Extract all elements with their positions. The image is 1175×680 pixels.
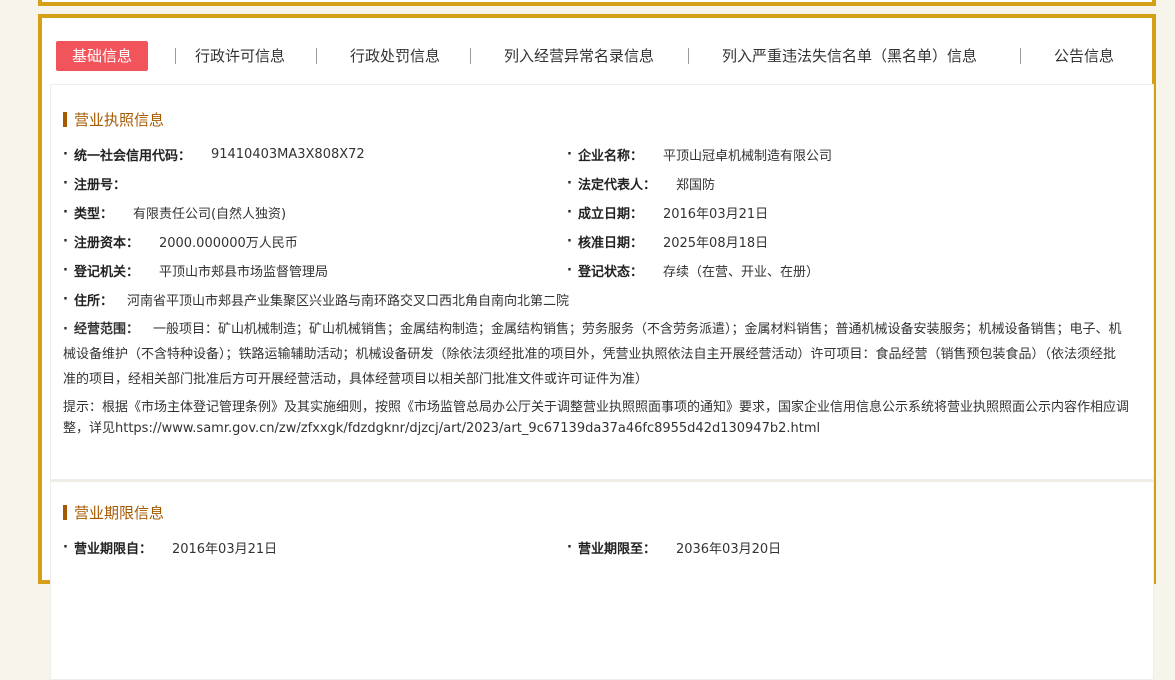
bullet-icon: ·	[63, 322, 68, 337]
field-term-from: · 营业期限自： 2016年03月21日	[63, 538, 277, 557]
tab-divider	[316, 48, 317, 64]
scope-label: 经营范围：	[73, 322, 139, 337]
field-status: · 登记状态： 存续（在营、开业、在册）	[567, 261, 819, 280]
scope-value: 一般项目：矿山机械制造；矿山机械销售；金属结构制造；金属结构销售；劳务服务（不含…	[63, 322, 1122, 387]
term-section-title: 营业期限信息	[63, 502, 164, 523]
tab-blacklist[interactable]: 列入严重违法失信名单（黑名单）信息	[722, 41, 977, 71]
tab-divider	[175, 48, 176, 64]
legal-rep-label: 法定代表人：	[577, 178, 656, 193]
tab-admin-penalty[interactable]: 行政处罚信息	[350, 41, 440, 71]
info-panel: 基础信息 行政许可信息 行政处罚信息 列入经营异常名录信息 列入严重违法失信名单…	[38, 14, 1156, 680]
status-label: 登记状态：	[577, 265, 643, 280]
capital-label: 注册资本：	[73, 236, 139, 251]
founded-label: 成立日期：	[577, 207, 643, 222]
bullet-icon: ·	[63, 176, 68, 191]
field-term-to: · 营业期限至： 2036年03月20日	[567, 538, 781, 557]
top-panel-frame	[38, 0, 1156, 6]
term-section-title-text: 营业期限信息	[74, 504, 165, 522]
term-to-value: 2036年03月20日	[675, 542, 782, 557]
company-name-label: 企业名称：	[577, 149, 643, 164]
field-credit-code: · 统一社会信用代码： 91410403MA3X808X72	[63, 145, 365, 164]
bullet-icon: ·	[63, 234, 68, 249]
tab-announcements[interactable]: 公告信息	[1054, 41, 1114, 71]
bullet-icon: ·	[63, 263, 68, 278]
address-label: 住所：	[73, 294, 113, 309]
authority-label: 登记机关：	[73, 265, 139, 280]
tab-bar: 基础信息 行政许可信息 行政处罚信息 列入经营异常名录信息 列入严重违法失信名单…	[54, 38, 1144, 74]
tab-divider	[688, 48, 689, 64]
company-name-value: 平顶山冠卓机械制造有限公司	[662, 149, 832, 164]
field-capital: · 注册资本： 2000.000000万人民币	[63, 232, 298, 251]
status-value: 存续（在营、开业、在册）	[662, 265, 819, 280]
reg-no-label: 注册号：	[73, 178, 126, 193]
capital-value: 2000.000000万人民币	[158, 236, 298, 251]
tab-basic-info[interactable]: 基础信息	[56, 41, 149, 71]
founded-value: 2016年03月21日	[662, 207, 769, 222]
field-company-name: · 企业名称： 平顶山冠卓机械制造有限公司	[567, 145, 832, 164]
field-type: · 类型： 有限责任公司(自然人独资)	[63, 203, 286, 222]
bullet-icon: ·	[567, 234, 572, 249]
type-value: 有限责任公司(自然人独资)	[132, 207, 287, 222]
field-reg-no: · 注册号：	[63, 174, 146, 193]
credit-code-value: 91410403MA3X808X72	[210, 147, 365, 162]
tab-divider	[1020, 48, 1021, 64]
field-approved: · 核准日期： 2025年08月18日	[567, 232, 768, 251]
title-bar-icon	[63, 112, 67, 127]
bullet-icon: ·	[567, 147, 572, 162]
term-card: 营业期限信息 · 营业期限自： 2016年03月21日 · 营业期限至： 203…	[50, 480, 1154, 680]
approved-value: 2025年08月18日	[662, 236, 769, 251]
license-card: 营业执照信息 · 统一社会信用代码： 91410403MA3X808X72 · …	[50, 84, 1154, 480]
approved-label: 核准日期：	[577, 236, 643, 251]
bullet-icon: ·	[567, 176, 572, 191]
field-business-scope: · 经营范围： 一般项目：矿山机械制造；矿山机械销售；金属结构制造；金属结构销售；劳…	[63, 317, 1123, 392]
field-founded: · 成立日期： 2016年03月21日	[567, 203, 768, 222]
credit-code-label: 统一社会信用代码：	[73, 149, 191, 164]
authority-value: 平顶山市郏县市场监督管理局	[158, 265, 328, 280]
field-legal-rep: · 法定代表人： 郑国防	[567, 174, 715, 193]
content-area: 营业执照信息 · 统一社会信用代码： 91410403MA3X808X72 · …	[50, 84, 1154, 680]
bullet-icon: ·	[567, 540, 572, 555]
bullet-icon: ·	[63, 147, 68, 162]
tab-admin-license[interactable]: 行政许可信息	[195, 41, 285, 71]
term-from-value: 2016年03月21日	[171, 542, 278, 557]
license-section-title: 营业执照信息	[63, 109, 164, 130]
title-bar-icon	[63, 505, 67, 520]
bullet-icon: ·	[567, 205, 572, 220]
type-label: 类型：	[73, 207, 113, 222]
notice-text: 提示：根据《市场主体登记管理条例》及其实施细则，按照《市场监管总局办公厅关于调整…	[63, 400, 1130, 436]
term-to-label: 营业期限至：	[577, 542, 656, 557]
bullet-icon: ·	[63, 292, 68, 307]
bullet-icon: ·	[63, 205, 68, 220]
term-from-label: 营业期限自：	[73, 542, 152, 557]
bullet-icon: ·	[63, 540, 68, 555]
tab-divider	[470, 48, 471, 64]
legal-rep-value: 郑国防	[675, 178, 715, 193]
license-section-title-text: 营业执照信息	[74, 111, 165, 129]
tab-abnormal-list[interactable]: 列入经营异常名录信息	[504, 41, 654, 71]
address-value: 河南省平顶山市郏县产业集聚区兴业路与南环路交叉口西北角自南向北第二院	[126, 294, 569, 309]
bullet-icon: ·	[567, 263, 572, 278]
field-authority: · 登记机关： 平顶山市郏县市场监督管理局	[63, 261, 328, 280]
field-address: · 住所： 河南省平顶山市郏县产业集聚区兴业路与南环路交叉口西北角自南向北第二院	[63, 290, 569, 309]
